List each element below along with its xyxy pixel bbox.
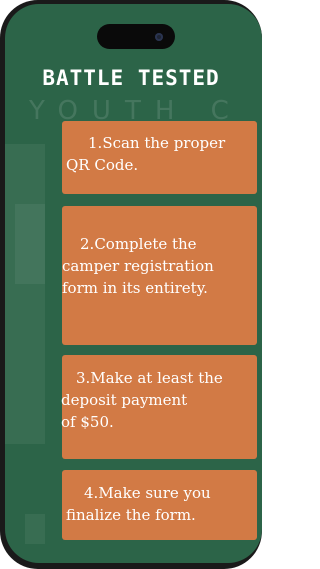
step-card-4: 4.Make sure you finalize the form. <box>62 470 257 540</box>
step-1-line-1: 1.Scan the proper <box>88 134 226 152</box>
step-3-line-2: deposit payment <box>61 391 188 409</box>
step-4-line-2: finalize the form. <box>66 506 196 524</box>
phone-frame: YOUTH C BATTLE TESTED 1.Scan the proper … <box>0 0 262 569</box>
background-pattern <box>5 144 45 444</box>
step-2-line-2: camper registration <box>62 257 214 275</box>
step-card-2: 2.Complete the camper registration form … <box>62 206 257 345</box>
page-title: BATTLE TESTED <box>42 66 220 90</box>
step-card-1: 1.Scan the proper QR Code. <box>62 121 257 194</box>
step-card-3: 3.Make at least the deposit payment of $… <box>61 355 257 459</box>
notch <box>97 24 175 49</box>
step-4-line-1: 4.Make sure you <box>84 484 211 502</box>
background-pattern <box>15 204 45 284</box>
camera-icon <box>155 33 163 41</box>
step-1-line-2: QR Code. <box>66 156 139 174</box>
step-2-line-3: form in its entirety. <box>62 279 208 297</box>
step-3-line-1: 3.Make at least the <box>76 369 223 387</box>
step-2-line-1: 2.Complete the <box>80 235 197 253</box>
step-3-line-3: of $50. <box>61 413 114 431</box>
background-pattern <box>25 514 45 544</box>
